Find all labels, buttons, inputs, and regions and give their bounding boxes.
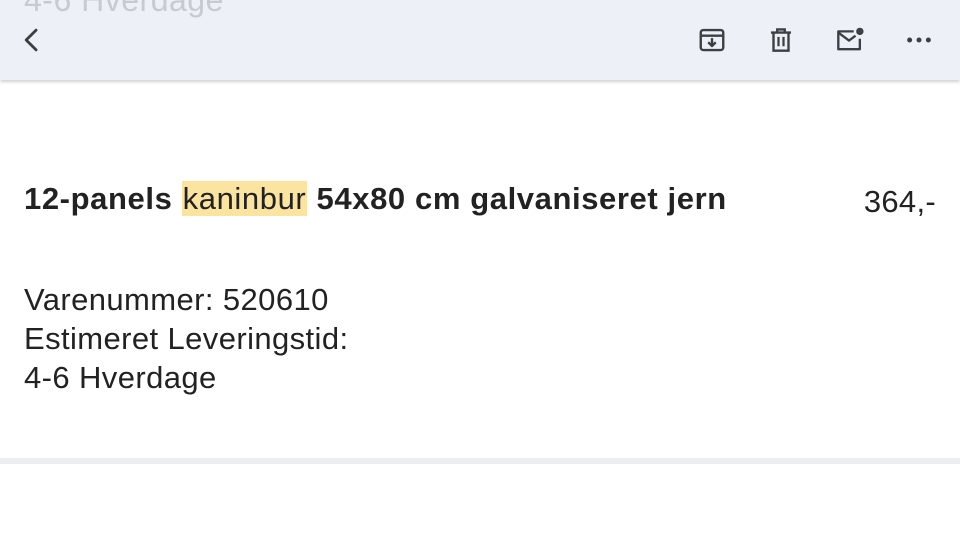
search-highlight: kaninbur xyxy=(181,181,308,216)
email-toolbar: 4-6 Hverdage xyxy=(0,0,960,80)
email-body: 12-panels kaninbur 54x80 cm galvaniseret… xyxy=(0,80,960,540)
delivery-time-value: 4-6 Hverdage xyxy=(24,360,217,395)
archive-button[interactable] xyxy=(692,20,732,60)
email-view: 4-6 Hverdage 12-panels kaninbur 54x80 cm… xyxy=(0,0,960,540)
product-title-prefix: 12-panels xyxy=(24,181,182,216)
back-button[interactable] xyxy=(12,20,52,60)
product-price: 364,- xyxy=(863,184,936,219)
more-horizontal-icon xyxy=(907,37,931,43)
mail-unread-icon xyxy=(837,27,864,51)
archive-icon xyxy=(699,28,725,52)
delete-button[interactable] xyxy=(761,20,801,60)
item-number: Varenummer: 520610 xyxy=(24,282,329,317)
product-title-suffix: 54x80 cm galvaniseret jern xyxy=(307,181,727,216)
mark-unread-button[interactable] xyxy=(830,20,870,60)
scrolled-ghost-text: 4-6 Hverdage xyxy=(24,0,224,18)
more-options-button[interactable] xyxy=(899,20,939,60)
chevron-left-icon xyxy=(24,28,38,52)
product-details: Varenummer: 520610 Estimeret Leveringsti… xyxy=(24,280,349,397)
section-divider xyxy=(0,458,960,464)
trash-icon xyxy=(771,28,791,52)
delivery-time-label: Estimeret Leveringstid: xyxy=(24,321,349,356)
product-title[interactable]: 12-panels kaninbur 54x80 cm galvaniseret… xyxy=(24,175,804,223)
